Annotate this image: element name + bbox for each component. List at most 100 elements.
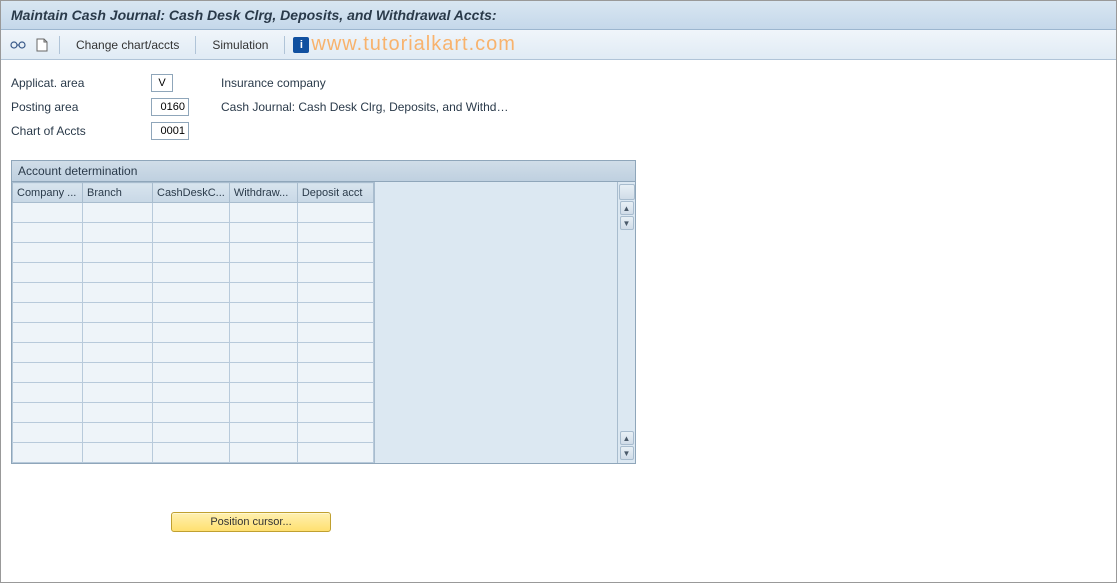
grid-cell[interactable] (83, 323, 153, 343)
change-chart-button[interactable]: Change chart/accts (68, 35, 187, 55)
grid-cell[interactable] (153, 443, 230, 463)
grid-cell[interactable] (229, 303, 297, 323)
grid-cell[interactable] (83, 383, 153, 403)
simulation-button[interactable]: Simulation (204, 35, 276, 55)
grid-cell[interactable] (297, 323, 373, 343)
grid-cell[interactable] (13, 423, 83, 443)
new-page-icon[interactable] (33, 36, 51, 54)
grid-cell[interactable] (153, 363, 230, 383)
grid-cell[interactable] (13, 243, 83, 263)
grid-cell[interactable] (83, 443, 153, 463)
grid-cell[interactable] (229, 443, 297, 463)
grid-cell[interactable] (229, 403, 297, 423)
chart-of-accts-label: Chart of Accts (11, 124, 151, 138)
grid-cell[interactable] (153, 323, 230, 343)
grid-cell[interactable] (229, 263, 297, 283)
grid-cell[interactable] (13, 203, 83, 223)
table-row[interactable] (13, 343, 374, 363)
separator (59, 36, 60, 54)
applicat-area-input[interactable] (151, 74, 173, 92)
grid-cell[interactable] (297, 403, 373, 423)
grid-cell[interactable] (153, 223, 230, 243)
table-row[interactable] (13, 423, 374, 443)
grid-cell[interactable] (153, 343, 230, 363)
grid-cell[interactable] (13, 383, 83, 403)
grid-cell[interactable] (297, 343, 373, 363)
grid-cell[interactable] (297, 443, 373, 463)
posting-area-input[interactable] (151, 98, 189, 116)
grid-cell[interactable] (297, 363, 373, 383)
grid-cell[interactable] (229, 423, 297, 443)
grid-cell[interactable] (13, 263, 83, 283)
grid-cell[interactable] (297, 283, 373, 303)
grid-cell[interactable] (83, 263, 153, 283)
position-cursor-button[interactable]: Position cursor... (171, 512, 331, 532)
grid-cell[interactable] (83, 223, 153, 243)
chart-of-accts-input[interactable] (151, 122, 189, 140)
grid-cell[interactable] (153, 383, 230, 403)
info-icon[interactable]: i (293, 37, 309, 53)
col-deposit[interactable]: Deposit acct (297, 183, 373, 203)
table-row[interactable] (13, 443, 374, 463)
scroll-up-icon[interactable]: ▲ (620, 201, 634, 215)
grid-cell[interactable] (297, 223, 373, 243)
account-grid[interactable]: Company ... Branch CashDeskC... Withdraw… (12, 182, 374, 463)
grid-cell[interactable] (13, 223, 83, 243)
grid-cell[interactable] (153, 243, 230, 263)
table-row[interactable] (13, 383, 374, 403)
grid-cell[interactable] (297, 423, 373, 443)
grid-cell[interactable] (297, 303, 373, 323)
grid-cell[interactable] (297, 243, 373, 263)
table-row[interactable] (13, 223, 374, 243)
table-row[interactable] (13, 303, 374, 323)
vertical-scrollbar[interactable]: ▲ ▼ ▲ ▼ (617, 182, 635, 463)
grid-cell[interactable] (13, 283, 83, 303)
grid-cell[interactable] (229, 363, 297, 383)
table-row[interactable] (13, 243, 374, 263)
grid-cell[interactable] (83, 363, 153, 383)
grid-cell[interactable] (297, 383, 373, 403)
table-row[interactable] (13, 283, 374, 303)
scroll-down-bottom-icon[interactable]: ▼ (620, 446, 634, 460)
grid-cell[interactable] (83, 403, 153, 423)
grid-cell[interactable] (229, 243, 297, 263)
grid-cell[interactable] (297, 263, 373, 283)
grid-cell[interactable] (153, 403, 230, 423)
grid-cell[interactable] (13, 343, 83, 363)
scroll-down-icon[interactable]: ▼ (620, 216, 634, 230)
grid-cell[interactable] (13, 363, 83, 383)
table-row[interactable] (13, 203, 374, 223)
grid-cell[interactable] (229, 203, 297, 223)
col-cashdesk[interactable]: CashDeskC... (153, 183, 230, 203)
grid-cell[interactable] (83, 343, 153, 363)
grid-cell[interactable] (229, 223, 297, 243)
grid-cell[interactable] (229, 323, 297, 343)
grid-cell[interactable] (13, 323, 83, 343)
glasses-icon[interactable] (9, 36, 27, 54)
col-withdraw[interactable]: Withdraw... (229, 183, 297, 203)
grid-cell[interactable] (229, 383, 297, 403)
grid-cell[interactable] (83, 303, 153, 323)
table-row[interactable] (13, 403, 374, 423)
grid-cell[interactable] (83, 423, 153, 443)
table-row[interactable] (13, 323, 374, 343)
table-row[interactable] (13, 363, 374, 383)
grid-cell[interactable] (153, 283, 230, 303)
grid-cell[interactable] (153, 303, 230, 323)
grid-cell[interactable] (229, 343, 297, 363)
grid-cell[interactable] (153, 263, 230, 283)
grid-cell[interactable] (153, 423, 230, 443)
grid-cell[interactable] (13, 303, 83, 323)
col-company[interactable]: Company ... (13, 183, 83, 203)
grid-cell[interactable] (83, 203, 153, 223)
grid-cell[interactable] (13, 443, 83, 463)
col-branch[interactable]: Branch (83, 183, 153, 203)
grid-cell[interactable] (13, 403, 83, 423)
grid-cell[interactable] (229, 283, 297, 303)
grid-cell[interactable] (83, 243, 153, 263)
grid-cell[interactable] (153, 203, 230, 223)
scroll-up-bottom-icon[interactable]: ▲ (620, 431, 634, 445)
grid-cell[interactable] (83, 283, 153, 303)
grid-cell[interactable] (297, 203, 373, 223)
table-row[interactable] (13, 263, 374, 283)
